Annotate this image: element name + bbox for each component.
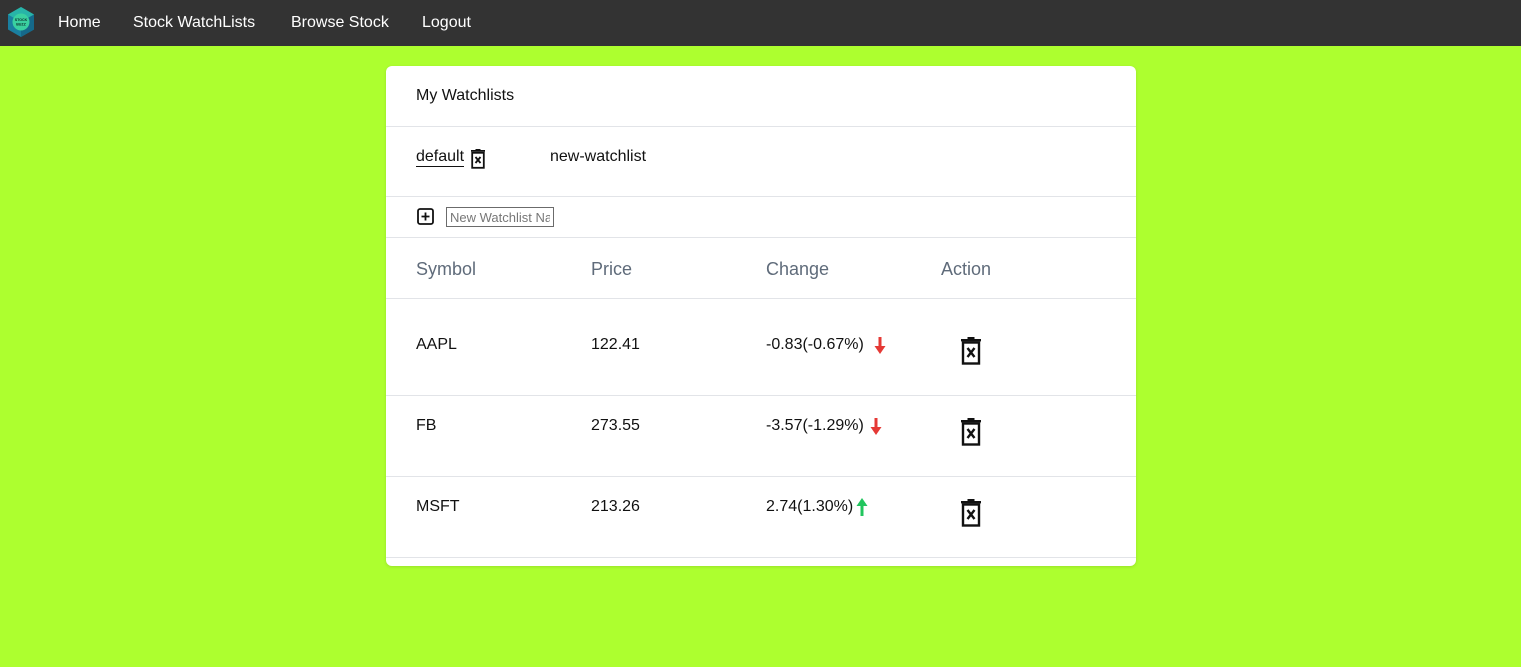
watchlist-tab-default[interactable]: default (416, 148, 465, 167)
arrow-down-icon (870, 418, 882, 435)
watchlist-tab-new-watchlist[interactable]: new-watchlist (550, 148, 646, 166)
svg-text:BUZZ: BUZZ (16, 23, 26, 27)
table-row: FB 273.55 -3.57(-1.29%) (386, 396, 1136, 477)
svg-text:STOCK: STOCK (15, 18, 28, 22)
row-price: 273.55 (591, 417, 640, 434)
nav-link-stock-watchlists[interactable]: Stock WatchLists (133, 13, 255, 33)
watchlist-tabs: default new-watchlist (386, 127, 1136, 197)
column-header-action: Action (941, 259, 992, 279)
nav-link-browse-stock[interactable]: Browse Stock (291, 13, 389, 33)
table-row: MSFT 213.26 2.74(1.30%) (386, 477, 1136, 558)
card-title: My Watchlists (416, 87, 515, 104)
row-price: 213.26 (591, 498, 640, 515)
row-symbol: MSFT (416, 498, 460, 515)
arrow-up-icon (856, 498, 868, 516)
row-symbol: AAPL (416, 336, 457, 353)
card-header: My Watchlists (386, 66, 1136, 127)
column-header-price: Price (591, 259, 633, 279)
row-change: 2.74(1.30%) (766, 498, 854, 515)
delete-stock-icon[interactable] (960, 337, 982, 365)
row-change: -3.57(-1.29%) (766, 417, 864, 434)
row-change: -0.83(-0.67%) (766, 336, 864, 353)
nav-link-logout[interactable]: Logout (422, 13, 471, 33)
delete-watchlist-icon[interactable] (470, 149, 486, 169)
delete-stock-icon[interactable] (960, 418, 982, 446)
column-header-change: Change (766, 259, 830, 279)
new-watchlist-name-input[interactable] (446, 207, 554, 227)
add-watchlist-icon[interactable] (417, 208, 434, 225)
table-header-row: Symbol Price Change Action (386, 238, 1136, 299)
row-symbol: FB (416, 417, 437, 434)
stock-buzz-logo-icon[interactable]: STOCK BUZZ (6, 6, 36, 38)
column-header-symbol: Symbol (416, 259, 477, 279)
row-price: 122.41 (591, 336, 640, 353)
delete-stock-icon[interactable] (960, 499, 982, 527)
table-row: AAPL 122.41 -0.83(-0.67%) (386, 299, 1136, 396)
watchlist-card: My Watchlists default new-watchlist Symb… (386, 66, 1136, 566)
arrow-down-icon (874, 337, 886, 354)
navbar: STOCK BUZZ Home Stock WatchLists Browse … (0, 0, 1521, 46)
nav-link-home[interactable]: Home (58, 13, 101, 33)
add-watchlist-row (386, 197, 1136, 238)
